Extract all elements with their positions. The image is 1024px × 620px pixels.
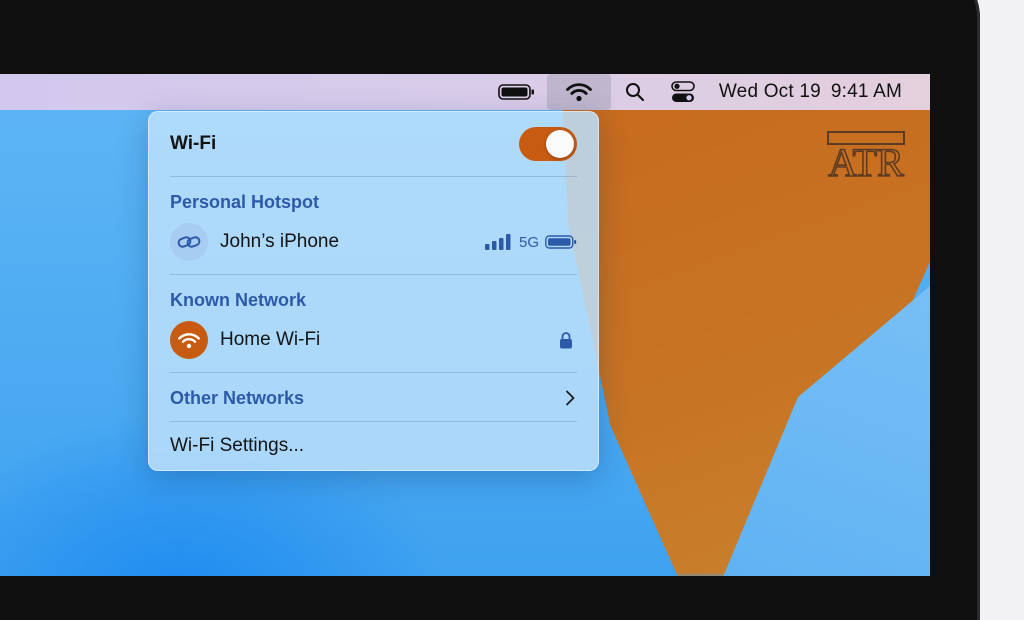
divider xyxy=(170,176,577,177)
lock-icon xyxy=(560,332,572,349)
control-center-icon xyxy=(671,81,695,102)
home-wifi-badge xyxy=(170,321,208,359)
wifi-icon xyxy=(565,83,592,102)
divider xyxy=(170,421,577,422)
known-network-section-header: Known Network xyxy=(170,289,577,311)
control-center-item[interactable] xyxy=(663,74,703,110)
hotspot-section-header: Personal Hotspot xyxy=(170,191,577,213)
cellular-signal-icon xyxy=(484,234,511,250)
wifi-icon xyxy=(178,332,200,348)
hotspot-device-name: John’s iPhone xyxy=(220,231,340,252)
known-network-security xyxy=(559,331,573,349)
section-label-known-network: Known Network xyxy=(170,289,307,310)
clock-date: Wed Oct 19 xyxy=(718,81,821,102)
clock-time: 9:41 AM xyxy=(830,81,902,102)
watermark-logo: ATR xyxy=(826,130,906,186)
search-icon xyxy=(625,83,644,102)
other-networks-row[interactable]: Other Networks xyxy=(170,385,577,411)
known-network-row[interactable]: Home Wi-Fi xyxy=(170,320,577,360)
other-networks-disclosure[interactable] xyxy=(565,390,575,406)
hotspot-battery-icon xyxy=(545,235,577,249)
hotspot-status: 5G xyxy=(484,233,577,251)
battery-status-item[interactable] xyxy=(493,74,541,110)
other-networks-label: Other Networks xyxy=(170,387,305,408)
chevron-right-icon xyxy=(566,390,575,406)
wifi-menu-title: Wi-Fi xyxy=(170,133,217,154)
svg-text:ATR: ATR xyxy=(828,140,904,182)
network-type-label: 5G xyxy=(518,233,539,251)
wifi-settings-link: Wi-Fi Settings... xyxy=(170,435,305,456)
atr-logo: ATR xyxy=(827,131,905,186)
hotspot-badge xyxy=(170,223,208,261)
wifi-menu-panel: Wi-Fi Personal Hotspot John’s iPhone 5G xyxy=(148,111,599,471)
menu-bar: Wed Oct 19 9:41 AM xyxy=(0,74,930,110)
toggle-knob xyxy=(546,130,574,158)
wifi-settings-row[interactable]: Wi-Fi Settings... xyxy=(170,433,577,459)
divider xyxy=(170,372,577,373)
divider xyxy=(170,274,577,275)
battery-icon xyxy=(498,84,534,100)
wifi-toggle[interactable] xyxy=(519,127,577,161)
known-network-name: Home Wi-Fi xyxy=(220,329,321,350)
section-label-personal-hotspot: Personal Hotspot xyxy=(170,191,320,212)
hotspot-network-row[interactable]: John’s iPhone 5G xyxy=(170,222,577,262)
wifi-status-item[interactable] xyxy=(546,74,611,110)
spotlight-search-item[interactable] xyxy=(617,74,653,110)
wifi-header: Wi-Fi xyxy=(170,127,577,161)
menu-bar-clock[interactable]: Wed Oct 19 9:41 AM xyxy=(719,81,902,103)
link-icon xyxy=(177,236,201,248)
